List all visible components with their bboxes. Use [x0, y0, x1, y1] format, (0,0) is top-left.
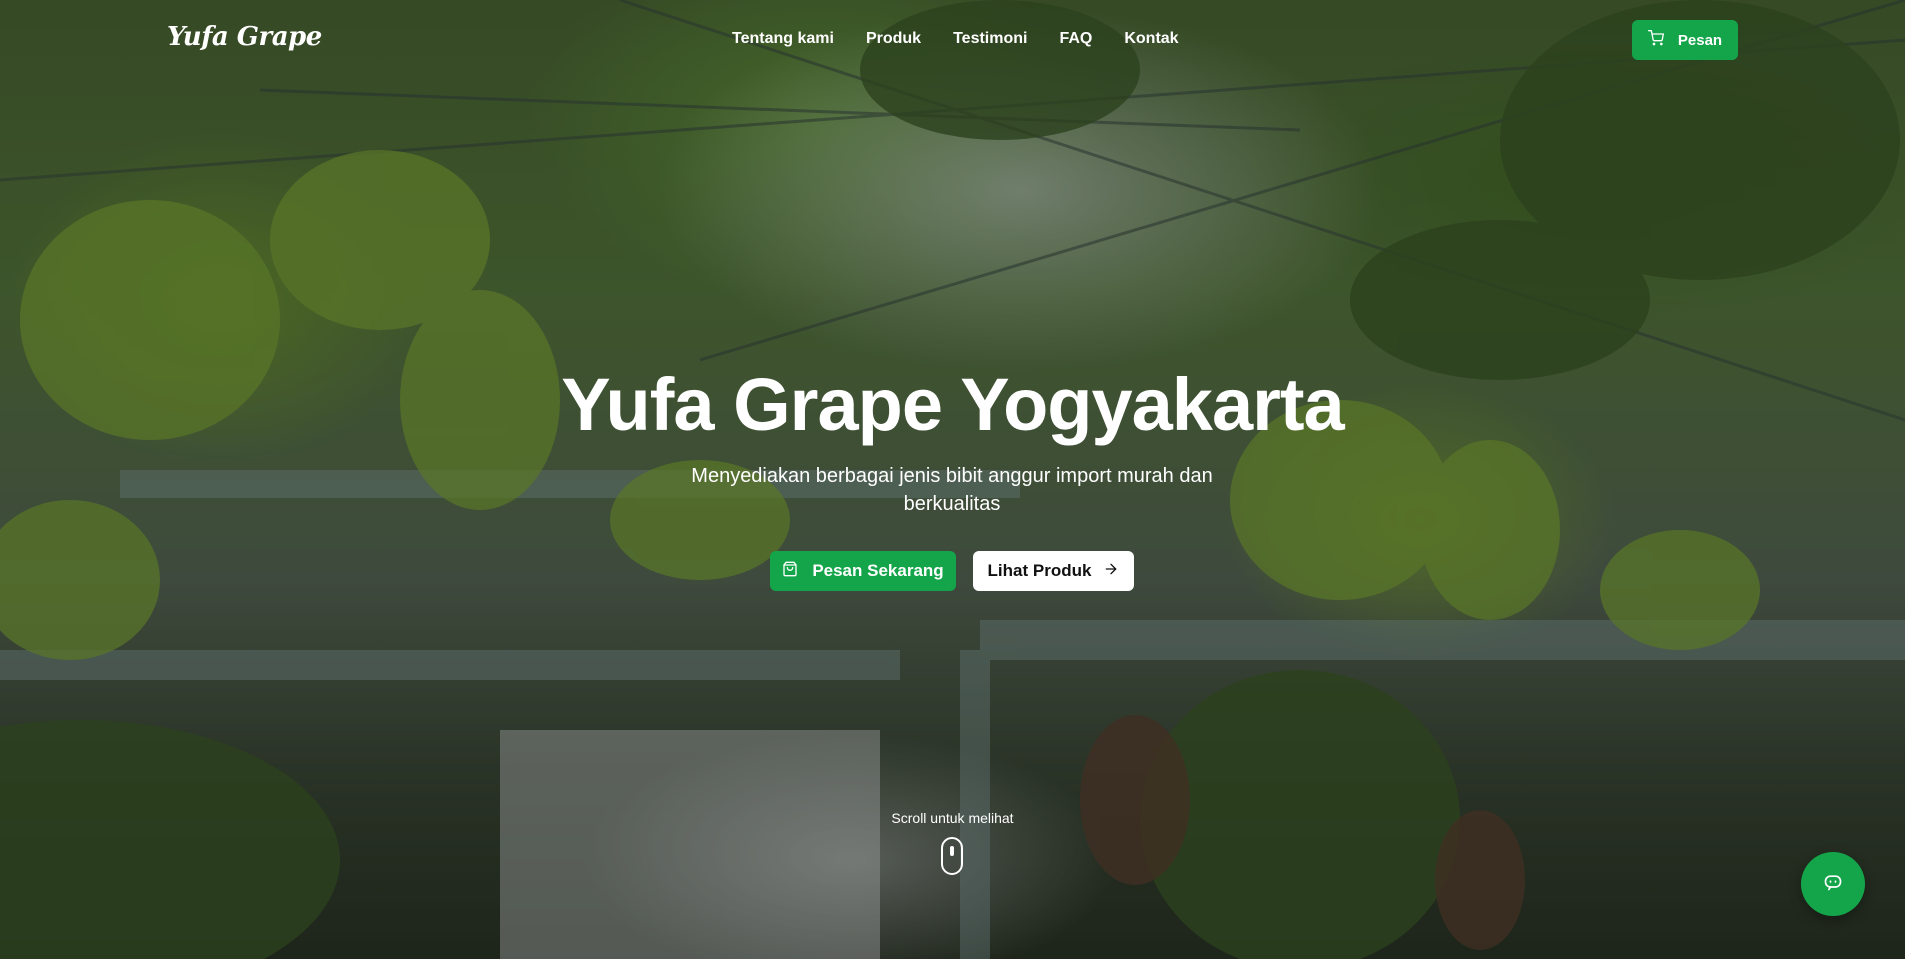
mouse-scroll-icon[interactable]: [941, 837, 963, 875]
view-products-button[interactable]: Lihat Produk: [973, 551, 1134, 591]
shopping-bag-icon: [782, 561, 798, 582]
hero-subtitle: Menyediakan berbagai jenis bibit anggur …: [691, 465, 1213, 515]
hero-actions: Pesan Sekarang Lihat Produk: [770, 551, 1134, 591]
order-now-label: Pesan Sekarang: [812, 561, 944, 580]
nav-item-testimoni[interactable]: Testimoni: [953, 30, 1027, 48]
view-products-label: Lihat Produk: [987, 561, 1092, 580]
nav-menu: Tentang kami Produk Testimoni FAQ Kontak: [732, 30, 1211, 48]
nav-item-kontak[interactable]: Kontak: [1124, 30, 1178, 48]
order-button[interactable]: Pesan: [1632, 20, 1738, 60]
hero-section: Yufa Grape Tentang kami Produk Testimoni…: [0, 0, 1905, 959]
chat-icon: [1823, 872, 1843, 897]
nav-item-tentang-kami[interactable]: Tentang kami: [732, 30, 834, 48]
hero-title: Yufa Grape Yogyakarta: [561, 363, 1344, 446]
chat-button[interactable]: [1801, 852, 1865, 916]
order-button-label: Pesan: [1677, 31, 1723, 49]
scroll-hint-text: Scroll untuk melihat: [891, 810, 1014, 826]
brand-logo[interactable]: Yufa Grape: [167, 22, 322, 52]
cart-icon: [1647, 30, 1664, 50]
nav-item-produk[interactable]: Produk: [866, 30, 921, 48]
nav-item-faq[interactable]: FAQ: [1059, 30, 1092, 48]
top-navbar: Yufa Grape Tentang kami Produk Testimoni…: [0, 0, 1905, 80]
arrow-right-icon: [1103, 561, 1119, 582]
order-now-button[interactable]: Pesan Sekarang: [770, 551, 956, 591]
